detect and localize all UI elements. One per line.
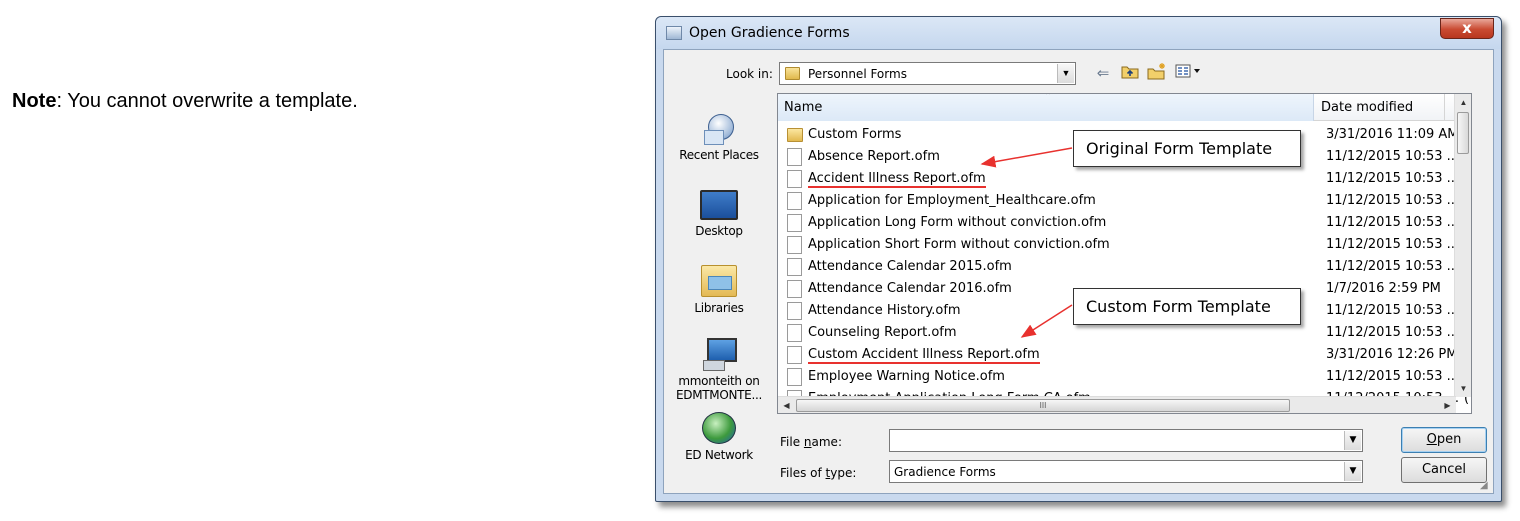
custom-template-arrow [1020,304,1073,338]
callout-original-template: Original Form Template [1073,130,1301,167]
callout-custom-template: Custom Form Template [1073,288,1301,325]
original-template-arrow [980,147,1073,168]
annotation-arrows [980,147,1073,338]
